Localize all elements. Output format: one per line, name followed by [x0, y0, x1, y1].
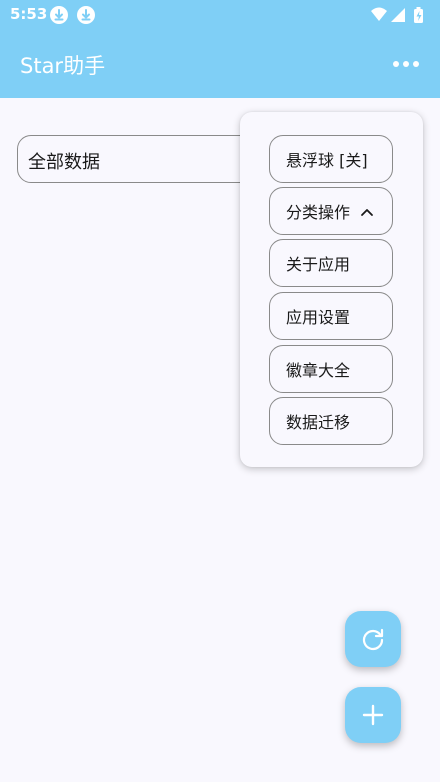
menu-item-label: 徽章大全	[286, 361, 351, 380]
badges-button[interactable]: 徽章大全	[269, 345, 393, 393]
battery-icon	[414, 7, 423, 23]
add-button[interactable]	[345, 687, 401, 743]
data-filter-dropdown[interactable]: 全部数据	[17, 135, 277, 183]
chevron-up-icon	[360, 202, 374, 221]
download-icon	[77, 6, 95, 24]
overflow-menu: 悬浮球 [关] 分类操作 关于应用 应用设置 徽章大全 数据迁移	[240, 112, 423, 467]
menu-item-label: 应用设置	[286, 308, 351, 327]
category-operations-button[interactable]: 分类操作	[269, 187, 393, 235]
app-bar: Star助手	[0, 30, 440, 98]
menu-item-label: 关于应用	[286, 255, 351, 274]
app-settings-button[interactable]: 应用设置	[269, 292, 393, 340]
floating-ball-toggle-button[interactable]: 悬浮球 [关]	[269, 135, 393, 183]
app-title: Star助手	[20, 54, 106, 78]
refresh-button[interactable]	[345, 611, 401, 667]
download-icon	[50, 6, 68, 24]
signal-icon	[391, 8, 405, 22]
status-time: 5:53	[10, 5, 48, 23]
plus-icon	[362, 704, 384, 726]
menu-item-label: 悬浮球 [关]	[286, 151, 368, 170]
more-horizontal-icon[interactable]	[392, 56, 422, 72]
filter-value: 全部数据	[28, 152, 100, 173]
wifi-icon	[371, 7, 387, 21]
menu-item-label: 数据迁移	[286, 413, 351, 432]
menu-item-label: 分类操作	[286, 203, 351, 222]
refresh-icon	[362, 628, 384, 651]
about-app-button[interactable]: 关于应用	[269, 239, 393, 287]
status-bar: 5:53	[0, 0, 440, 30]
data-migration-button[interactable]: 数据迁移	[269, 397, 393, 445]
status-icons	[370, 6, 430, 24]
